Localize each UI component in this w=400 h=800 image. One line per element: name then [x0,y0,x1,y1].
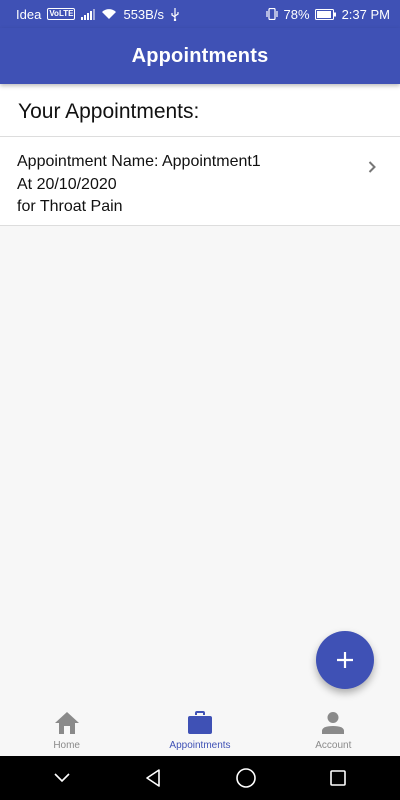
hide-nav-button[interactable] [47,763,77,793]
network-speed: 553B/s [123,6,164,22]
plus-icon [337,652,353,668]
battery-percent: 78% [283,6,310,22]
screen: Idea VoLTE 553B/s 78% 2:37 PM Appointmen… [0,0,400,800]
status-bar: Idea VoLTE 553B/s 78% 2:37 PM [0,0,400,28]
appointment-reason: for Throat Pain [17,198,123,215]
home-circle-icon [236,768,256,788]
page-title: Appointments [131,44,269,67]
tab-appointments-label: Appointments [169,740,231,751]
battery-icon [314,8,337,20]
tab-account[interactable]: Account [267,706,400,756]
home-icon [53,709,81,737]
appointment-name: Appointment Name: Appointment1 [17,153,261,170]
wifi-icon [101,8,117,20]
appointment-list-item[interactable]: Appointment Name: Appointment1 At 20/10/… [0,137,400,226]
status-left: Idea VoLTE 553B/s [16,7,265,22]
system-recents-button[interactable] [323,763,353,793]
system-home-button[interactable] [231,763,261,793]
system-navigation-bar [0,756,400,800]
chevron-down-icon [54,773,70,783]
tab-home-label: Home [53,740,80,751]
appointment-date: At 20/10/2020 [17,175,117,193]
app-bar: Appointments [0,28,400,84]
tab-home[interactable]: Home [0,706,133,756]
person-icon [319,709,347,737]
bottom-navigation: Home Appointments Account [0,706,400,756]
appointments-list-header: Your Appointments: [0,84,400,137]
recents-icon [330,770,346,786]
clock: 2:37 PM [341,6,390,22]
vibrate-icon [265,8,279,20]
add-appointment-button[interactable] [316,631,374,689]
tab-account-label: Account [315,740,352,751]
volte-badge: VoLTE [47,8,76,20]
system-back-button[interactable] [139,763,169,793]
carrier-name: Idea [16,6,42,22]
chevron-right-icon [368,161,376,173]
appointments-content: Your Appointments: Appointment Name: App… [0,84,400,706]
tab-appointments[interactable]: Appointments [133,706,266,756]
back-icon [146,769,160,787]
status-right: 78% 2:37 PM [265,7,390,22]
signal-icon [81,8,96,20]
briefcase-icon [186,709,214,737]
usb-icon [170,7,180,21]
